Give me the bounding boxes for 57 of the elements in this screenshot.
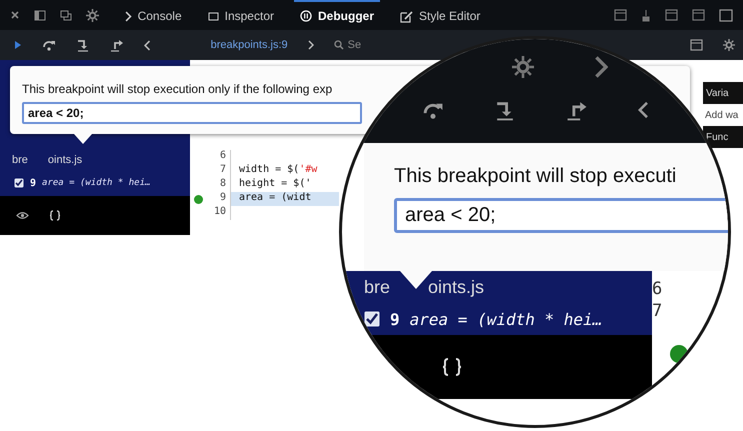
chevron-left-icon[interactable]: [144, 40, 151, 50]
window-icon[interactable]: [719, 8, 733, 22]
step-out-icon[interactable]: [110, 38, 124, 52]
chevron-right-icon[interactable]: [308, 40, 314, 50]
devtools-tab[interactable]: Style Editor: [394, 0, 486, 30]
condition-input[interactable]: area < 20;: [394, 198, 728, 233]
step-out-icon[interactable]: [566, 99, 588, 121]
line-number: 7: [652, 301, 664, 323]
condition-input[interactable]: area < 20;: [22, 102, 362, 124]
breakpoint-line-number: 9: [390, 310, 400, 328]
paintbrush-icon[interactable]: [641, 8, 651, 22]
settings-icon[interactable]: [723, 39, 735, 51]
breakpoint-code: area = (width * hei…: [42, 178, 150, 188]
search-icon: [334, 40, 344, 50]
inspector-box-icon: [208, 12, 219, 20]
dock-icon[interactable]: [34, 10, 46, 20]
checkbox-icon[interactable]: [14, 178, 24, 188]
breakpoint-dot-icon[interactable]: [670, 345, 688, 363]
step-in-icon[interactable]: [76, 38, 90, 52]
settings-icon[interactable]: [512, 56, 534, 78]
line-number: 8: [206, 178, 231, 192]
file-name[interactable]: oints.js: [48, 154, 82, 166]
line-number: 6: [652, 279, 664, 301]
condition-message: This breakpoint will stop execution only if the following exp: [22, 82, 334, 96]
line-number: 7: [206, 164, 231, 178]
breadcrumb-link[interactable]: breakpoints.js:9: [210, 39, 288, 51]
panel-toggle-icon[interactable]: [690, 39, 703, 51]
curly-braces-icon[interactable]: [442, 357, 462, 377]
curly-braces-icon[interactable]: [49, 210, 61, 221]
settings-icon[interactable]: [86, 8, 99, 22]
pause-circle-icon: [300, 10, 312, 22]
devtools-tab[interactable]: Console: [119, 0, 188, 30]
code-line: height = $(': [238, 178, 312, 191]
panel-header[interactable]: Varia: [703, 82, 743, 104]
step-over-icon[interactable]: [42, 38, 56, 52]
breakpoint-line-number: 9: [30, 178, 36, 188]
search-field[interactable]: Se: [334, 39, 362, 51]
breakpoint-dot-icon[interactable]: [194, 194, 202, 204]
scope-header[interactable]: Func: [703, 126, 743, 148]
breakpoint-code: area = (width * hei…: [410, 310, 602, 328]
file-name[interactable]: oints.js: [428, 276, 484, 298]
pencil-page-icon: [400, 10, 413, 22]
code-line: width = $('#w: [238, 164, 318, 177]
condition-message: This breakpoint will stop executi: [394, 165, 678, 188]
file-name[interactable]: bre: [12, 154, 28, 166]
play-icon[interactable]: [14, 40, 22, 50]
console-prompt-icon[interactable]: [125, 10, 132, 22]
close-icon[interactable]: [10, 10, 20, 20]
chevron-left-icon[interactable]: [638, 101, 649, 119]
split-console-icon[interactable]: [60, 10, 72, 20]
chevron-right-icon[interactable]: [594, 55, 608, 79]
devtools-tab[interactable]: Inspector: [202, 0, 280, 30]
eye-icon[interactable]: [16, 211, 29, 220]
line-number: 10: [206, 206, 231, 220]
checkbox-icon[interactable]: [364, 311, 380, 327]
line-number: 6: [206, 150, 231, 164]
file-name[interactable]: bre: [364, 276, 390, 298]
